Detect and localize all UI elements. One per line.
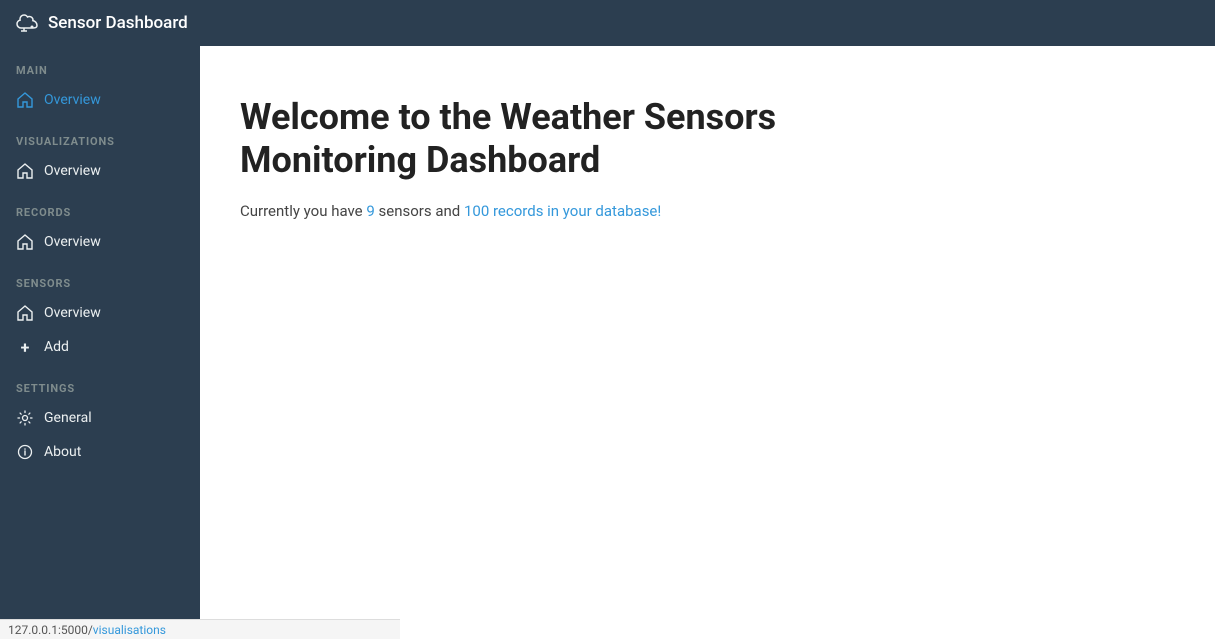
sidebar-item-sensors-overview-label: Overview bbox=[44, 305, 101, 321]
sensor-count: 9 bbox=[366, 202, 374, 220]
sidebar-section-settings: SETTINGS bbox=[0, 364, 200, 401]
sidebar-item-settings-about[interactable]: About bbox=[0, 435, 200, 469]
cloud-sensor-icon bbox=[16, 14, 38, 32]
topbar: Sensor Dashboard bbox=[0, 0, 1215, 46]
sidebar-item-settings-general[interactable]: General bbox=[0, 401, 200, 435]
home-icon bbox=[16, 91, 34, 109]
main-content: Welcome to the Weather Sensors Monitorin… bbox=[200, 46, 1215, 639]
sidebar-item-vis-overview-label: Overview bbox=[44, 163, 101, 179]
home-icon-vis bbox=[16, 162, 34, 180]
sidebar-item-main-overview-label: Overview bbox=[44, 92, 101, 108]
sidebar-item-sensors-overview[interactable]: Overview bbox=[0, 296, 200, 330]
info-icon bbox=[16, 443, 34, 461]
statusbar-url-path: visualisations bbox=[93, 623, 166, 637]
sidebar-section-visualizations: VISUALIZATIONS bbox=[0, 117, 200, 154]
sidebar-item-vis-overview[interactable]: Overview bbox=[0, 154, 200, 188]
sidebar-section-main: MAIN bbox=[0, 46, 200, 83]
sidebar-item-main-overview[interactable]: Overview bbox=[0, 83, 200, 117]
welcome-heading: Welcome to the Weather Sensors Monitorin… bbox=[240, 96, 940, 182]
subtext-prefix: Currently you have bbox=[240, 202, 366, 220]
topbar-title: Sensor Dashboard bbox=[48, 13, 188, 33]
sidebar: MAIN Overview VISUALIZATIONS Overview RE… bbox=[0, 46, 200, 639]
sidebar-section-sensors: SENSORS bbox=[0, 259, 200, 296]
plus-icon: + bbox=[16, 338, 34, 356]
gear-icon bbox=[16, 409, 34, 427]
statusbar-url-base: 127.0.0.1:5000/ bbox=[8, 623, 93, 637]
sidebar-section-records: RECORDS bbox=[0, 188, 200, 225]
sidebar-item-records-overview-label: Overview bbox=[44, 234, 101, 250]
topbar-icon bbox=[16, 14, 38, 32]
sidebar-item-records-overview[interactable]: Overview bbox=[0, 225, 200, 259]
sidebar-item-settings-about-label: About bbox=[44, 444, 81, 460]
sidebar-item-sensors-add[interactable]: + Add bbox=[0, 330, 200, 364]
subtext-suffix: records in your database! bbox=[489, 202, 661, 220]
home-icon-records bbox=[16, 233, 34, 251]
home-icon-sensors bbox=[16, 304, 34, 322]
record-count: 100 bbox=[464, 202, 489, 220]
sidebar-item-sensors-add-label: Add bbox=[44, 339, 69, 355]
subtext-middle: sensors and bbox=[375, 202, 464, 220]
welcome-subtext: Currently you have 9 sensors and 100 rec… bbox=[240, 202, 1165, 220]
statusbar: 127.0.0.1:5000/visualisations bbox=[0, 619, 400, 639]
sidebar-item-settings-general-label: General bbox=[44, 410, 92, 426]
